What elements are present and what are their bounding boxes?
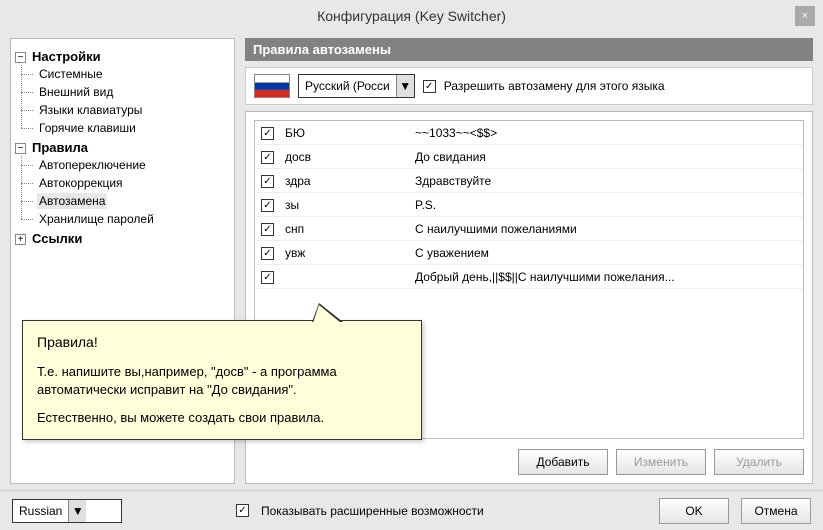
edit-button[interactable]: Изменить xyxy=(616,449,706,475)
rule-expansion: С наилучшими пожеланиями xyxy=(415,222,803,236)
tree-node-rules-child[interactable]: Автопереключение xyxy=(37,157,148,173)
table-row[interactable]: ✓ досвДо свидания xyxy=(255,145,803,169)
table-row[interactable]: ✓ увжС уважением xyxy=(255,241,803,265)
rule-checkbox[interactable]: ✓ xyxy=(261,151,274,164)
rule-checkbox[interactable]: ✓ xyxy=(261,127,274,140)
expander-rules[interactable]: − xyxy=(15,143,26,154)
tooltip-line2: Естественно, вы можете создать свои прав… xyxy=(37,409,407,427)
expander-links[interactable]: + xyxy=(15,234,26,245)
tree-node-rules-child[interactable]: Хранилище паролей xyxy=(37,211,156,227)
window-title: Конфигурация (Key Switcher) xyxy=(317,8,506,24)
rule-expansion: P.S. xyxy=(415,198,803,212)
rule-expansion: С уважением xyxy=(415,246,803,260)
rule-checkbox[interactable]: ✓ xyxy=(261,223,274,236)
ok-button[interactable]: OK xyxy=(659,498,729,524)
rule-checkbox[interactable]: ✓ xyxy=(261,247,274,260)
allow-autoreplace-checkbox[interactable]: ✓ xyxy=(423,80,436,93)
table-row[interactable]: ✓ БЮ~~1033~~<$$> xyxy=(255,121,803,145)
cancel-button[interactable]: Отмена xyxy=(741,498,811,524)
rule-checkbox[interactable]: ✓ xyxy=(261,175,274,188)
chevron-down-icon[interactable]: ▼ xyxy=(396,75,414,97)
ui-language-combo[interactable]: Russian ▼ xyxy=(12,499,122,523)
rule-abbr: увж xyxy=(285,246,415,260)
tooltip-line1: Т.е. напишите вы,например, "досв" - а пр… xyxy=(37,363,407,399)
show-advanced-label: Показывать расширенные возможности xyxy=(261,504,484,518)
ui-language-value: Russian xyxy=(13,504,68,518)
rule-expansion: Здравствуйте xyxy=(415,174,803,188)
tree-node-rules[interactable]: Правила xyxy=(30,139,90,156)
tree-node-settings-child[interactable]: Системные xyxy=(37,66,105,82)
table-row[interactable]: ✓ Добрый день,||$$||С наилучшими пожелани… xyxy=(255,265,803,289)
tree-node-links[interactable]: Ссылки xyxy=(30,230,84,247)
language-combo[interactable]: Русский (Росси ▼ xyxy=(298,74,415,98)
tooltip-title: Правила! xyxy=(37,333,407,353)
tree-node-settings-child[interactable]: Внешний вид xyxy=(37,84,115,100)
rule-checkbox[interactable]: ✓ xyxy=(261,199,274,212)
add-button[interactable]: Добавить xyxy=(518,449,608,475)
rule-expansion: ~~1033~~<$$> xyxy=(415,126,803,140)
tree-node-settings-child[interactable]: Горячие клавиши xyxy=(37,120,138,136)
bottom-bar: Russian ▼ ✓ Показывать расширенные возмо… xyxy=(0,490,823,530)
rule-abbr: досв xyxy=(285,150,415,164)
language-row: Русский (Росси ▼ ✓ Разрешить автозамену … xyxy=(245,67,813,105)
show-advanced-checkbox[interactable]: ✓ xyxy=(236,504,249,517)
rule-abbr: здра xyxy=(285,174,415,188)
tree-node-settings-child[interactable]: Языки клавиатуры xyxy=(37,102,144,118)
rule-abbr: зы xyxy=(285,198,415,212)
tooltip: Правила! Т.е. напишите вы,например, "дос… xyxy=(22,320,422,440)
tree-node-settings[interactable]: Настройки xyxy=(30,48,103,65)
allow-autoreplace-label: Разрешить автозамену для этого языка xyxy=(444,79,665,93)
rule-abbr: снп xyxy=(285,222,415,236)
section-title: Правила автозамены xyxy=(245,38,813,61)
delete-button[interactable]: Удалить xyxy=(714,449,804,475)
tree-node-rules-child[interactable]: Автозамена xyxy=(37,193,107,209)
table-row[interactable]: ✓ зыP.S. xyxy=(255,193,803,217)
titlebar: Конфигурация (Key Switcher) × xyxy=(0,0,823,32)
tree-node-rules-child[interactable]: Автокоррекция xyxy=(37,175,125,191)
chevron-down-icon[interactable]: ▼ xyxy=(68,500,86,522)
rule-abbr: БЮ xyxy=(285,126,415,140)
table-row[interactable]: ✓ снпС наилучшими пожеланиями xyxy=(255,217,803,241)
flag-icon xyxy=(254,74,290,98)
rule-checkbox[interactable]: ✓ xyxy=(261,271,274,284)
rule-expansion: Добрый день,||$$||С наилучшими пожелания… xyxy=(415,270,803,284)
rule-expansion: До свидания xyxy=(415,150,803,164)
language-combo-value: Русский (Росси xyxy=(299,79,396,93)
close-button[interactable]: × xyxy=(795,6,815,26)
table-row[interactable]: ✓ здраЗдравствуйте xyxy=(255,169,803,193)
expander-settings[interactable]: − xyxy=(15,52,26,63)
